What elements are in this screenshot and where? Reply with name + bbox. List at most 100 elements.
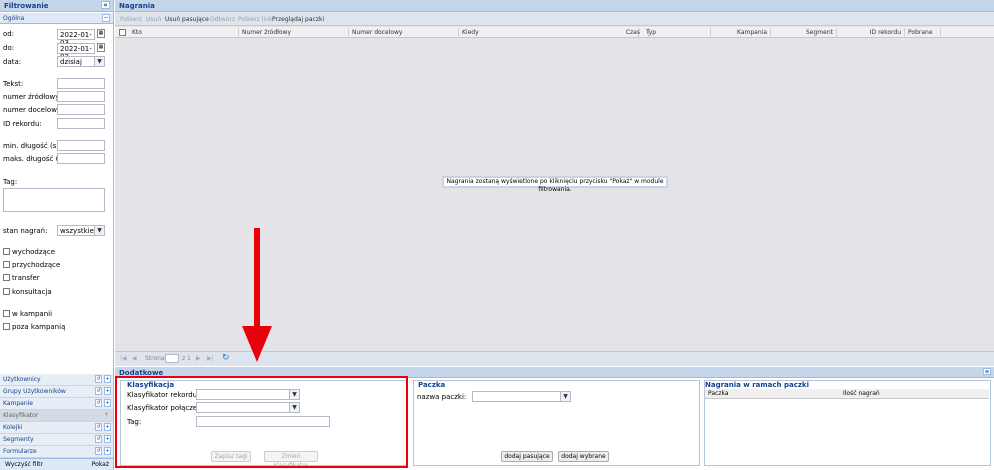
refresh-icon[interactable]: ↺ [95,399,102,407]
expand-icon[interactable]: ≡ [983,368,991,375]
sidebar-item-classifier[interactable]: Klasyfikator + [0,410,113,422]
download-link-button[interactable]: Pobierz link [238,16,272,23]
sidebar-item-queues[interactable]: Kolejki ↺ + [0,422,113,434]
from-date-input[interactable]: 2022-01-03 [57,29,95,47]
checkbox-box[interactable] [3,323,10,330]
refresh-icon[interactable]: ↻ [222,353,230,363]
first-page-icon[interactable]: |◀ [120,355,127,362]
pager-of-label: z 1 [182,355,191,362]
add-icon[interactable]: + [104,447,111,455]
column-header-segment[interactable]: Segment [771,28,837,38]
refresh-icon[interactable]: ↺ [95,435,102,443]
to-label: do: [3,44,15,52]
column-header-when[interactable]: Kiedy [459,28,639,38]
text-input[interactable] [57,78,105,89]
column-header-record-id[interactable]: ID rekordu [837,28,905,38]
recordings-title: Nagrania [119,2,155,10]
add-icon[interactable]: + [104,375,111,383]
select-all-checkbox[interactable] [119,29,126,36]
record-id-input[interactable] [57,118,105,129]
add-icon[interactable]: + [104,423,111,431]
add-icon[interactable]: + [104,387,111,395]
page-number-input[interactable] [165,354,179,363]
pager-page-label: Strona [145,355,165,362]
text-label: Tekst: [3,80,24,88]
column-header-package[interactable]: Paczka [708,390,729,397]
to-date-input[interactable]: 2022-01-03 [57,43,95,61]
highlight-box [115,376,408,468]
filter-panel-title: Filtrowanie [4,2,49,10]
checkbox-label: konsultacja [12,288,52,296]
collapse-icon[interactable]: « [101,1,110,9]
show-button[interactable]: Pokaż [92,461,109,468]
delete-button[interactable]: Usuń [146,16,161,23]
checkbox-box[interactable] [3,288,10,295]
add-matching-button[interactable]: dodaj pasujące [501,451,553,462]
checkbox-box[interactable] [3,274,10,281]
refresh-icon[interactable]: ↺ [95,423,102,431]
in-package-grid-header: Paczka Ilość nagrań [705,389,989,399]
column-header-source-number[interactable]: Numer źródłowy [239,28,349,38]
refresh-icon[interactable]: ↺ [95,375,102,383]
checkbox-label: transfer [12,274,40,282]
checkbox-label: wychodzące [12,248,55,256]
sidebar-item-forms[interactable]: Formularze ↺ + [0,446,113,458]
add-icon[interactable]: + [104,399,111,407]
sidebar-item-segments[interactable]: Segmenty ↺ + [0,434,113,446]
sidebar-item-users[interactable]: Użytkownicy ↺ + [0,374,113,386]
tag-label: Tag: [3,178,18,186]
column-header-downloaded[interactable]: Pobrane [905,28,941,38]
from-label: od: [3,30,15,38]
last-page-icon[interactable]: ▶| [207,355,214,362]
column-header-campaign[interactable]: Kampania [711,28,771,38]
checkbox-box[interactable] [3,310,10,317]
add-icon[interactable]: + [104,435,111,443]
source-number-input[interactable] [57,91,105,102]
tag-textarea[interactable] [3,188,105,212]
recordings-header: Nagrania [115,0,994,12]
add-icon: + [103,411,109,418]
max-length-input[interactable] [57,153,105,164]
recording-state-select[interactable]: wszystkie ▼ [57,225,105,236]
delete-matching-button[interactable]: Usuń pasujące [165,16,209,23]
sidebar-item-label: Kolejki [3,424,23,431]
next-page-icon[interactable]: ▶ [196,355,201,362]
play-button[interactable]: Odtwórz [210,16,235,23]
checkbox-box[interactable] [3,261,10,268]
minus-icon[interactable]: − [102,14,110,22]
refresh-icon[interactable]: ↺ [95,447,102,455]
recording-state-label: stan nagrań: [3,227,48,235]
sidebar-item-user-groups[interactable]: Grupy Użytkowników ↺ + [0,386,113,398]
target-number-input[interactable] [57,104,105,115]
column-header-type[interactable]: Typ [643,28,711,38]
sidebar-item-campaigns[interactable]: Kampanie ↺ + [0,398,113,410]
prev-page-icon[interactable]: ◀ [132,355,137,362]
column-header-recording-count[interactable]: Ilość nagrań [843,390,880,397]
column-header-duration[interactable]: Czas [619,28,643,38]
chevron-down-icon[interactable]: ▼ [94,57,104,66]
chevron-down-icon[interactable]: ▼ [560,392,570,401]
refresh-icon[interactable]: ↺ [95,387,102,395]
recordings-toolbar: Pobierz Usuń Usuń pasujące Odtwórz Pobie… [115,13,994,26]
section-general-header[interactable]: Ogólna − [0,13,113,24]
date-select[interactable]: dzisiaj ▼ [57,56,105,67]
column-header-who[interactable]: Kto [129,28,239,38]
sidebar-item-label: Grupy Użytkowników [3,388,66,395]
add-selected-button[interactable]: dodaj wybrane [558,451,609,462]
chevron-down-icon[interactable]: ▼ [94,226,104,235]
clear-filter-button[interactable]: Wyczyść filtr [5,461,43,468]
empty-grid-message: Nagrania zostaną wyświetlone po kliknięc… [442,176,668,193]
checkbox-box[interactable] [3,248,10,255]
calendar-icon[interactable]: ▦ [97,43,105,52]
sidebar-item-label: Klasyfikator [3,412,39,419]
in-package-title: Nagrania w ramach paczki [705,381,809,389]
browse-packages-button[interactable]: Przeglądaj paczki [272,16,324,23]
date-select-value: dzisiaj [60,58,82,66]
min-length-input[interactable] [57,140,105,151]
package-name-select[interactable]: ▼ [472,391,571,402]
column-header-target-number[interactable]: Numer docelowy [349,28,459,38]
calendar-icon[interactable]: ▦ [97,29,105,38]
checkbox-label: poza kampanią [12,323,66,331]
target-number-label: numer docelowy: [3,106,63,114]
download-button[interactable]: Pobierz [120,16,142,23]
